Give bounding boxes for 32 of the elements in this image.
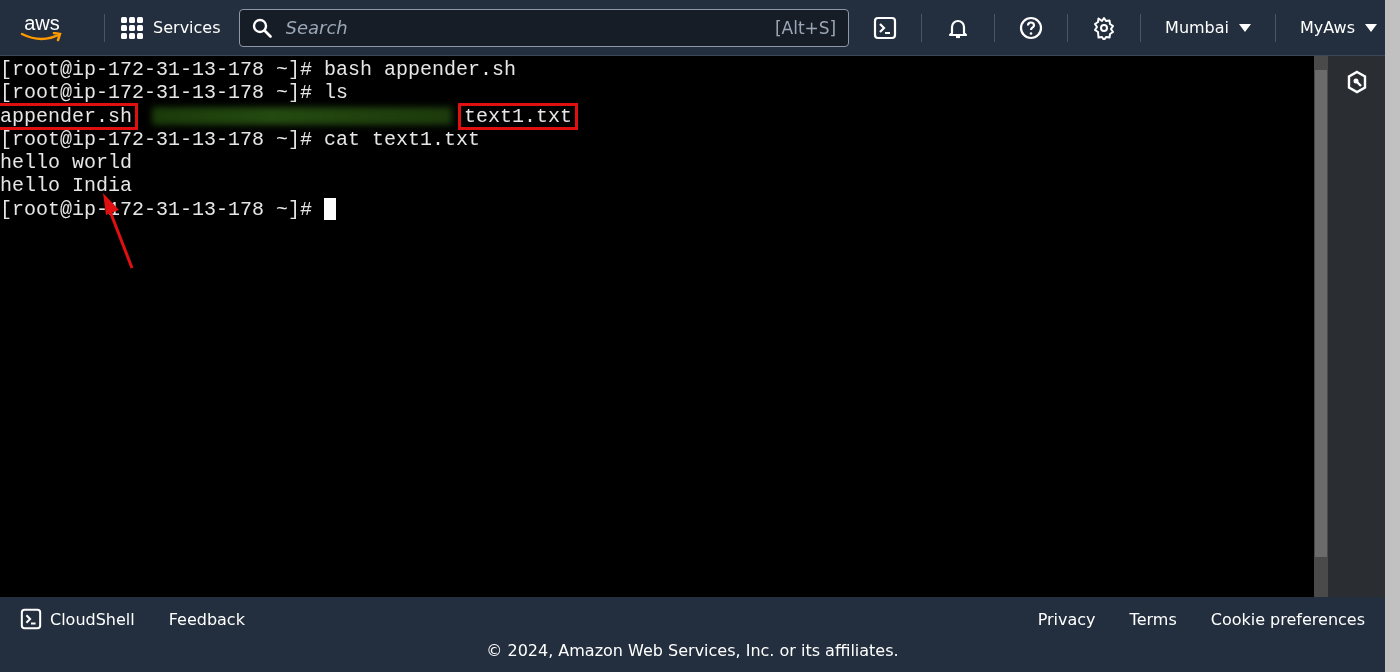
hexagon-icon[interactable] [1345, 70, 1368, 94]
region-menu[interactable]: Mumbai [1157, 18, 1259, 37]
terminal-icon [873, 15, 898, 40]
search-input[interactable]: Search [283, 16, 763, 39]
search-icon [251, 17, 272, 38]
caret-icon [1364, 23, 1377, 32]
services-button[interactable]: Services [121, 16, 221, 39]
copyright-text: © 2024, Amazon Web Services, Inc. or its affiliates. [486, 641, 899, 660]
feedback-link[interactable]: Feedback [168, 609, 245, 629]
logo-text: aws [24, 13, 60, 32]
aws-logo[interactable]: aws [20, 13, 65, 42]
settings-icon [1092, 15, 1117, 40]
highlighted-file-name: text1.txt [460, 104, 577, 128]
terminal-line: [root@ip-172-31-13-178 ~]# bash appender.sh [0, 58, 517, 82]
scrollbar[interactable] [1314, 56, 1328, 597]
shortcut-hint: [Alt+S] [774, 17, 837, 38]
terminal-line: hello India [0, 174, 133, 198]
terminal-line: [root@ip-172-31-13-178 ~]# ls [0, 81, 349, 105]
grid-icon [121, 16, 144, 39]
footer-link[interactable]: Cookie preferences [1210, 609, 1365, 629]
page-scrollbar[interactable] [1385, 0, 1400, 672]
account-menu[interactable]: MyAws [1291, 18, 1385, 37]
help-icon [1019, 15, 1044, 40]
terminal-icon [20, 608, 42, 630]
terminal-line: hello world [0, 151, 133, 175]
cloudshell-link[interactable]: CloudShell [20, 608, 135, 630]
highlighted-file-name: appender.sh [0, 104, 137, 128]
terminal-line: [root@ip-172-31-13-178 ~]# cat text1.txt [0, 127, 481, 152]
caret-icon [1239, 23, 1251, 32]
footer-link[interactable]: Privacy [1037, 609, 1096, 629]
footer-link[interactable]: Terms [1129, 609, 1177, 629]
search-bar[interactable]: Search [Alt+S] [238, 8, 850, 47]
